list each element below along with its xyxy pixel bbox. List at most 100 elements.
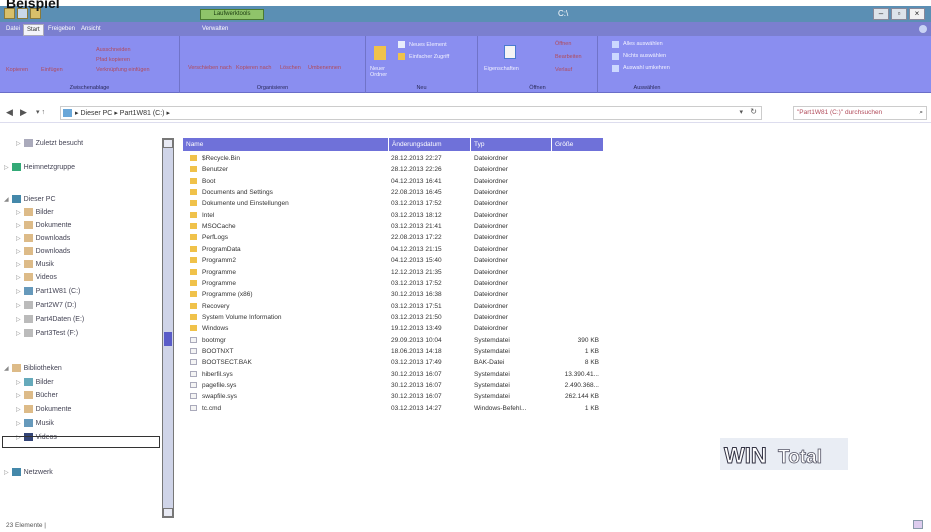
edit-button[interactable]: Bearbeiten <box>555 54 582 60</box>
sidebar-item[interactable]: ▷ Downloads <box>16 245 70 258</box>
rename-button[interactable]: Umbenennen <box>308 65 341 71</box>
table-row[interactable]: Programme 03.12.2013 17:52 Dateiordner <box>183 278 603 289</box>
address-bar[interactable]: ▸ Dieser PC ▸ Part1W81 (C:) ▸ ▾ ↻ <box>60 106 762 120</box>
refresh-icon[interactable]: ↻ <box>750 107 757 116</box>
sidebar-item[interactable]: ▷ Videos <box>16 271 57 284</box>
table-row[interactable]: hiberfil.sys 30.12.2013 16:07 Systemdatei 1… <box>183 369 603 380</box>
tab-start[interactable]: Start <box>23 24 44 36</box>
sidebar-item[interactable]: ▷ Musik <box>16 417 54 430</box>
tab-datei[interactable]: Datei <box>3 24 23 36</box>
sidebar-item[interactable]: ▷ Netzwerk <box>4 466 53 479</box>
move-to-button[interactable]: Verschieben nach <box>188 65 232 71</box>
table-row[interactable]: swapfile.sys 30.12.2013 16:07 Systemdatei 2… <box>183 391 603 402</box>
properties-button[interactable]: Eigenschaften <box>484 66 519 72</box>
dropdown-icon[interactable]: ▾ <box>739 108 743 116</box>
sidebar-item[interactable]: ▷ Heimnetzgruppe <box>4 161 75 174</box>
copy-button[interactable]: Kopieren <box>6 67 28 73</box>
column-type[interactable]: Typ <box>470 138 550 151</box>
expand-right-icon[interactable]: ▷ <box>4 165 9 171</box>
table-row[interactable]: Programme (x86) 30.12.2013 16:38 Dateiordn… <box>183 289 603 300</box>
paste-shortcut-button[interactable]: Verknüpfung einfügen <box>96 67 150 73</box>
details-view-button[interactable] <box>913 520 923 529</box>
invert-selection-button[interactable]: Auswahl umkehren <box>623 65 670 71</box>
open-button[interactable]: Öffnen <box>555 41 571 47</box>
sidebar-item[interactable]: ◢ Dieser PC <box>4 193 56 206</box>
column-date[interactable]: Änderungsdatum <box>388 138 469 151</box>
expand-right-icon[interactable]: ▷ <box>16 223 21 229</box>
expand-right-icon[interactable]: ▷ <box>16 141 21 147</box>
expand-right-icon[interactable]: ▷ <box>16 317 21 323</box>
column-size[interactable]: Größe <box>551 138 603 151</box>
table-row[interactable]: Recovery 03.12.2013 17:51 Dateiordner <box>183 301 603 312</box>
tab-freigeben[interactable]: Freigeben <box>45 24 78 36</box>
sidebar-item[interactable]: ▷ Bilder <box>16 206 54 219</box>
table-row[interactable]: Documents and Settings 22.08.2013 16:45 Da… <box>183 187 603 198</box>
sidebar-item[interactable]: ▷ Bilder <box>16 376 54 389</box>
expand-right-icon[interactable]: ▷ <box>16 262 21 268</box>
column-name[interactable]: Name <box>183 138 380 151</box>
breadcrumb-drive[interactable]: Part1W81 (C:) <box>120 110 165 117</box>
expand-right-icon[interactable]: ▷ <box>16 289 21 295</box>
recent-locations-button[interactable]: ▾ ↑ <box>36 108 45 116</box>
tab-verwalten[interactable]: Verwalten <box>199 24 231 36</box>
table-row[interactable]: bootmgr 29.09.2013 10:04 Systemdatei 390 KB <box>183 335 603 346</box>
sidebar-item[interactable]: ▷ Downloads <box>16 232 70 245</box>
minimize-button[interactable]: – <box>873 8 889 20</box>
sidebar-item[interactable]: ▷ Part4Daten (E:) <box>16 313 84 326</box>
select-none-button[interactable]: Nichts auswählen <box>623 53 666 59</box>
table-row[interactable]: Programme 12.12.2013 21:35 Dateiordner <box>183 267 603 278</box>
expand-right-icon[interactable]: ▷ <box>16 421 21 427</box>
scroll-down-button[interactable] <box>163 508 173 517</box>
select-all-button[interactable]: Alles auswählen <box>623 41 663 47</box>
sidebar-item[interactable]: ▷ Musik <box>16 258 54 271</box>
breadcrumb-this-pc[interactable]: Dieser PC <box>80 110 112 117</box>
table-row[interactable]: Dokumente und Einstellungen 03.12.2013 17… <box>183 198 603 209</box>
sidebar-item[interactable]: ▷ Dokumente <box>16 219 71 232</box>
sidebar-item[interactable]: ▷ Zuletzt besucht <box>16 137 83 150</box>
expand-right-icon[interactable]: ▷ <box>16 331 21 337</box>
search-input[interactable]: "Part1W81 (C:)" durchsuchen ⌕ <box>793 106 927 120</box>
scroll-up-button[interactable] <box>163 139 173 148</box>
help-icon[interactable] <box>919 25 927 33</box>
table-row[interactable]: tc.cmd 03.12.2013 14:27 Windows-Befehl... 1… <box>183 403 603 414</box>
sidebar-item[interactable]: ▷ Part3Test (F:) <box>16 327 78 340</box>
expand-down-icon[interactable]: ◢ <box>4 366 9 372</box>
easy-access-button[interactable]: Einfacher Zugriff <box>409 54 449 60</box>
expand-right-icon[interactable]: ▷ <box>16 407 21 413</box>
nav-scrollbar[interactable] <box>162 138 174 518</box>
table-row[interactable]: System Volume Information 03.12.2013 21:5… <box>183 312 603 323</box>
table-row[interactable]: $Recycle.Bin 28.12.2013 22:27 Dateiordner <box>183 153 603 164</box>
expand-right-icon[interactable]: ▷ <box>16 380 21 386</box>
table-row[interactable]: Boot 04.12.2013 16:41 Dateiordner <box>183 176 603 187</box>
table-row[interactable]: Benutzer 28.12.2013 22:26 Dateiordner <box>183 164 603 175</box>
forward-button[interactable]: ▶ <box>20 107 27 118</box>
table-row[interactable]: BOOTNXT 18.06.2013 14:18 Systemdatei 1 KB <box>183 346 603 357</box>
close-button[interactable]: × <box>909 8 925 20</box>
expand-right-icon[interactable]: ▷ <box>16 210 21 216</box>
table-row[interactable]: Programm2 04.12.2013 15:40 Dateiordner <box>183 255 603 266</box>
sidebar-item[interactable]: ◢ Bibliotheken <box>4 362 62 375</box>
expand-right-icon[interactable]: ▷ <box>16 275 21 281</box>
copy-path-button[interactable]: Pfad kopieren <box>96 57 130 63</box>
table-row[interactable]: ProgramData 04.12.2013 21:15 Dateiordner <box>183 244 603 255</box>
table-row[interactable]: pagefile.sys 30.12.2013 16:07 Systemdatei 2… <box>183 380 603 391</box>
back-button[interactable]: ◀ <box>6 107 13 118</box>
delete-button[interactable]: Löschen <box>280 65 301 71</box>
expand-right-icon[interactable]: ▷ <box>16 236 21 242</box>
expand-right-icon[interactable]: ▷ <box>4 470 9 476</box>
tab-ansicht[interactable]: Ansicht <box>78 24 104 36</box>
table-row[interactable]: MSOCache 03.12.2013 21:41 Dateiordner <box>183 221 603 232</box>
new-item-button[interactable]: Neues Element <box>409 42 447 48</box>
expand-right-icon[interactable]: ▷ <box>16 393 21 399</box>
sidebar-item[interactable]: ▷ Part1W81 (C:) <box>16 285 80 298</box>
sidebar-item[interactable]: ▷ Bücher <box>16 389 58 402</box>
table-row[interactable]: Intel 03.12.2013 18:12 Dateiordner <box>183 210 603 221</box>
maximize-button[interactable]: ▫ <box>891 8 907 20</box>
table-row[interactable]: PerfLogs 22.08.2013 17:22 Dateiordner <box>183 232 603 243</box>
expand-right-icon[interactable]: ▷ <box>16 249 21 255</box>
sidebar-item[interactable]: ▷ Part2W7 (D:) <box>16 299 76 312</box>
copy-to-button[interactable]: Kopieren nach <box>236 65 271 71</box>
expand-right-icon[interactable]: ▷ <box>16 303 21 309</box>
table-row[interactable]: BOOTSECT.BAK 03.12.2013 17:49 BAK-Datei 8 K… <box>183 357 603 368</box>
cut-button[interactable]: Ausschneiden <box>96 47 131 53</box>
